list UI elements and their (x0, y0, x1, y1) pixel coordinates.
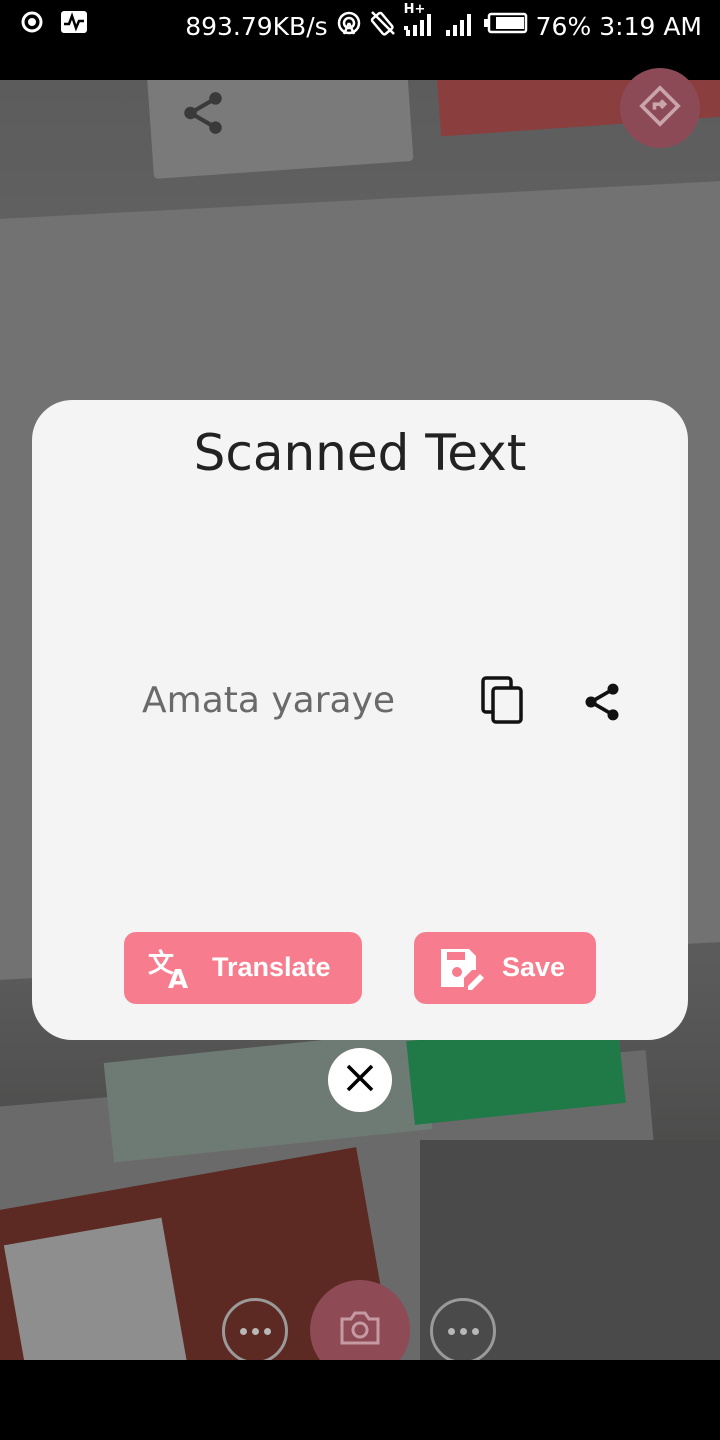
save-label: Save (502, 952, 566, 982)
hotspot-icon (336, 10, 362, 42)
signal-icon (444, 8, 476, 44)
more-options-left-button[interactable] (222, 1298, 288, 1364)
camera-icon (338, 1309, 382, 1352)
scanned-text: Amata yaraye (142, 680, 396, 721)
rotate-icon (370, 10, 396, 42)
activity-icon (60, 10, 88, 39)
share-icon (580, 683, 624, 728)
network-speed: 893.79KB/s (185, 11, 328, 41)
network-type: H+ (403, 2, 426, 17)
more-icon (447, 1327, 479, 1335)
directions-icon (638, 84, 682, 133)
copy-button[interactable] (480, 676, 526, 726)
more-icon (239, 1327, 271, 1335)
translate-button[interactable]: 文 A Translate (124, 932, 362, 1004)
save-button[interactable]: Save (414, 932, 596, 1004)
share-button[interactable] (580, 680, 624, 724)
status-bar: 893.79KB/s H+ 76% 3:19 AM (0, 0, 720, 80)
signal-icon: H+ (403, 2, 436, 44)
directions-button[interactable] (620, 68, 700, 148)
save-icon (438, 946, 484, 997)
battery-level: 76% (535, 11, 592, 41)
record-icon (20, 10, 44, 39)
translate-label: Translate (212, 952, 331, 982)
close-icon (345, 1063, 375, 1098)
translate-icon: 文 A (148, 946, 194, 997)
copy-icon (480, 676, 526, 730)
svg-text:A: A (168, 965, 188, 990)
dialog-title: Scanned Text (193, 424, 527, 482)
scanned-text-dialog: Scanned Text Amata yaraye 文 A Translate (32, 400, 688, 1040)
background-share-icon (178, 88, 228, 143)
battery-icon (483, 12, 528, 40)
more-options-right-button[interactable] (430, 1298, 496, 1364)
clock: 3:19 AM (599, 11, 702, 41)
navigation-bar (0, 1360, 720, 1440)
close-button[interactable] (328, 1048, 392, 1112)
